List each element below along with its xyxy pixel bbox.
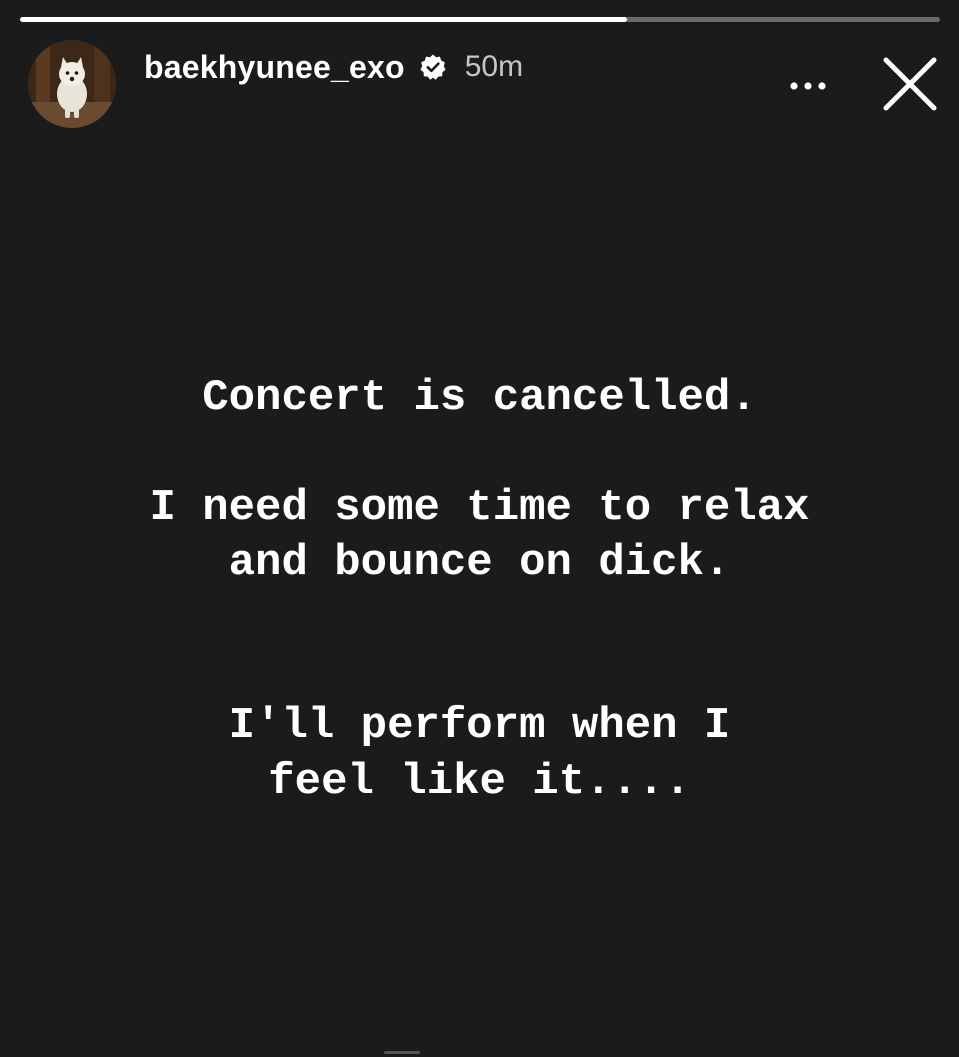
avatar-dog-image [28,40,116,128]
home-indicator [384,1051,420,1054]
story-timestamp: 50m [464,50,524,83]
close-button[interactable] [880,56,940,116]
story-text-line: and bounce on dick. [228,538,731,588]
story-text-content: Concert is cancelled. I need some time t… [0,0,959,1057]
close-icon [883,57,937,111]
verified-badge-icon [419,53,447,81]
story-progress-fill [20,17,628,22]
story-text-line: I'll perform when I [228,701,731,751]
story-text-line: feel like it.... [268,757,691,807]
story-header: baekhyunee_exo 50m [144,46,523,88]
story-view[interactable]: baekhyunee_exo 50m Concert is cancelled.… [0,0,959,1057]
more-options-button[interactable] [782,66,834,106]
story-text-line: Concert is cancelled. [202,373,757,423]
more-horizontal-icon [790,82,826,90]
story-text-line: I need some time to relax [149,483,810,533]
avatar[interactable] [28,40,116,128]
story-progress-bar [20,17,940,22]
username[interactable]: baekhyunee_exo [144,49,405,86]
